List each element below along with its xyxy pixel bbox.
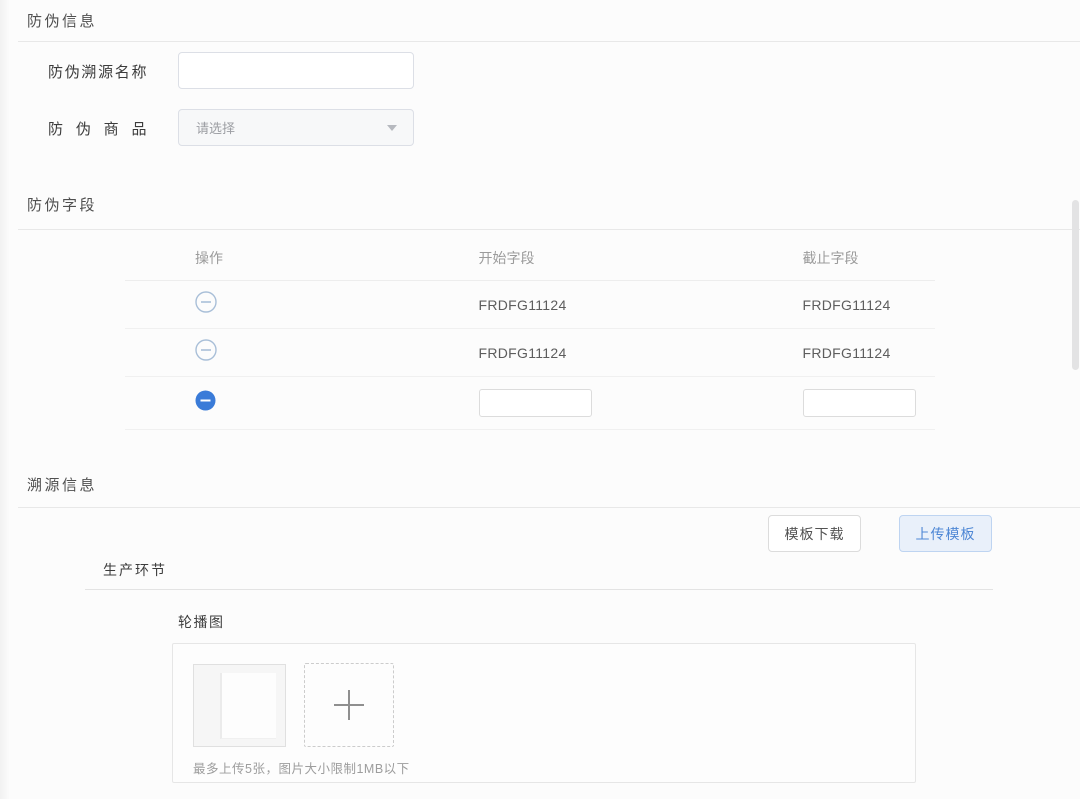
column-header-operation: 操作 (125, 248, 409, 268)
new-start-field-input[interactable] (479, 389, 592, 417)
end-field-value: FRDFG11124 (733, 345, 936, 361)
template-download-button[interactable]: 模板下载 (768, 515, 861, 552)
divider (85, 589, 993, 590)
name-field-label: 防伪溯源名称 (48, 61, 148, 82)
divider (18, 507, 1080, 508)
column-header-start-field: 开始字段 (409, 248, 733, 268)
chevron-down-icon (387, 125, 397, 131)
start-field-value: FRDFG11124 (409, 297, 733, 313)
end-field-value: FRDFG11124 (733, 297, 936, 313)
scrollbar-thumb[interactable] (1072, 200, 1079, 370)
product-select-placeholder: 请选择 (179, 118, 387, 137)
table-row: FRDFG11124 FRDFG11124 (125, 329, 935, 377)
section-title-trace-info: 溯源信息 (27, 474, 97, 495)
start-field-value: FRDFG11124 (409, 345, 733, 361)
plus-icon (334, 690, 364, 720)
carousel-image-label: 轮播图 (178, 612, 225, 632)
template-upload-button[interactable]: 上传模板 (899, 515, 992, 552)
product-select[interactable]: 请选择 (178, 109, 414, 146)
new-end-field-input[interactable] (803, 389, 916, 417)
add-image-button[interactable] (304, 663, 394, 747)
remove-row-icon[interactable] (195, 339, 217, 361)
column-header-end-field: 截止字段 (733, 248, 936, 268)
table-row: FRDFG11124 FRDFG11124 (125, 281, 935, 329)
remove-row-icon[interactable] (195, 291, 217, 313)
production-stage-title: 生产环节 (103, 560, 167, 580)
table-header-row: 操作 开始字段 截止字段 (125, 235, 935, 281)
product-field-label: 防伪商品 (48, 118, 148, 139)
uploaded-image-preview (220, 673, 276, 739)
table-new-row (125, 377, 935, 430)
anti-fake-fields-table: 操作 开始字段 截止字段 FRDFG11124 FRDFG11124 FRD (125, 235, 935, 430)
upload-hint-text: 最多上传5张，图片大小限制1MB以下 (193, 758, 410, 777)
remove-row-filled-icon[interactable] (195, 390, 217, 412)
carousel-upload-panel: 最多上传5张，图片大小限制1MB以下 (172, 643, 916, 783)
page-left-edge-shadow (0, 0, 10, 799)
divider (18, 41, 1080, 42)
divider (18, 229, 1080, 230)
uploaded-image-thumbnail[interactable] (193, 664, 286, 747)
scrollbar-track (1070, 0, 1080, 799)
section-title-anti-fake-info: 防伪信息 (27, 10, 97, 31)
section-title-anti-fake-fields: 防伪字段 (27, 194, 97, 215)
trace-name-input[interactable] (178, 52, 414, 89)
